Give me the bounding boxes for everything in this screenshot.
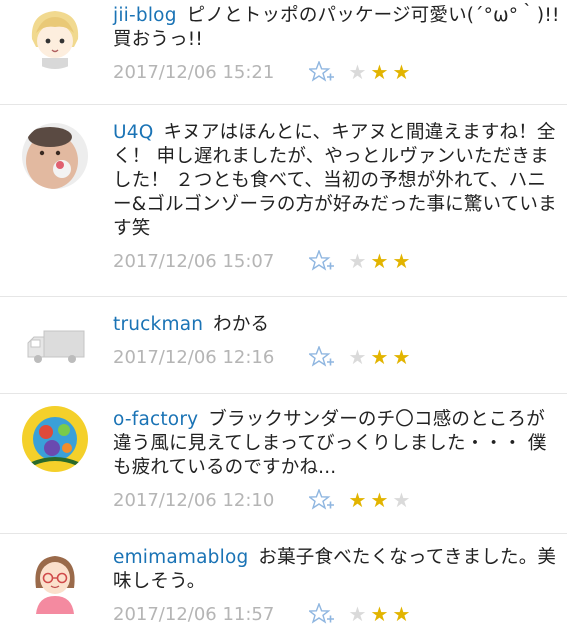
add-star-icon[interactable]: [309, 489, 335, 511]
star-filled-icon: ★: [370, 345, 389, 369]
star-filled-icon: ★: [370, 488, 389, 512]
star-filled-icon: ★: [392, 60, 411, 84]
comment-date: 2017/12/06 15:07: [113, 250, 275, 272]
comment-username[interactable]: truckman: [113, 314, 203, 335]
comment-date: 2017/12/06 11:57: [113, 603, 275, 625]
comment-text: U4Q キヌアはほんとに、キアヌと間違えますね！全く！ 申し遅れましたが、やっとル…: [113, 121, 561, 241]
comment-meta: 2017/12/06 15:07 ★ ★ ★: [113, 243, 561, 279]
comment-body: ピノとトッポのパッケージ可愛い(´°ω°｀)!!買おうっ!!: [113, 5, 560, 50]
comment-text: o-factory ブラックサンダーのチ〇コ感のところが違う風に見えてしまってびっ…: [113, 408, 561, 480]
comment-date: 2017/12/06 15:21: [113, 61, 275, 83]
comment-username[interactable]: o-factory: [113, 409, 198, 430]
star-empty-icon: ★: [348, 345, 367, 369]
star-filled-icon: ★: [348, 488, 367, 512]
comment-item: truckman わかる 2017/12/06 12:16 ★ ★ ★: [0, 297, 567, 394]
comment-username[interactable]: emimamablog: [113, 547, 248, 568]
comment-text: truckman わかる: [113, 313, 561, 337]
add-star-icon[interactable]: [309, 61, 335, 83]
add-star-icon[interactable]: [309, 603, 335, 625]
comment-item: jii-blog ピノとトッポのパッケージ可愛い(´°ω°｀)!!買おうっ!! 2…: [0, 0, 567, 105]
star-filled-icon: ★: [370, 249, 389, 273]
comment-text: jii-blog ピノとトッポのパッケージ可愛い(´°ω°｀)!!買おうっ!!: [113, 4, 561, 52]
comment-body: わかる: [213, 314, 270, 335]
add-star-icon[interactable]: [309, 346, 335, 368]
comment-item: o-factory ブラックサンダーのチ〇コ感のところが違う風に見えてしまってびっ…: [0, 394, 567, 534]
comment-username[interactable]: jii-blog: [113, 5, 177, 26]
comment-item: emimamablog お菓子食べたくなってきました。美味しそう。 2017/12…: [0, 534, 567, 640]
star-rating: ★ ★ ★: [347, 62, 412, 82]
comment-meta: 2017/12/06 11:57 ★ ★ ★: [113, 596, 561, 632]
comment-meta: 2017/12/06 15:21 ★ ★ ★: [113, 54, 561, 90]
comment-list: jii-blog ピノとトッポのパッケージ可愛い(´°ω°｀)!!買おうっ!! 2…: [0, 0, 567, 640]
star-filled-icon: ★: [370, 60, 389, 84]
baby-photo-avatar[interactable]: [22, 123, 88, 189]
comment-username[interactable]: U4Q: [113, 122, 153, 143]
star-empty-icon: ★: [348, 60, 367, 84]
star-filled-icon: ★: [392, 345, 411, 369]
star-rating: ★ ★ ★: [347, 490, 412, 510]
comment-text: emimamablog お菓子食べたくなってきました。美味しそう。: [113, 546, 561, 594]
colorful-illustration-avatar[interactable]: [22, 406, 88, 472]
star-empty-icon: ★: [348, 249, 367, 273]
star-empty-icon: ★: [392, 488, 411, 512]
star-rating: ★ ★ ★: [347, 604, 412, 624]
star-filled-icon: ★: [392, 249, 411, 273]
comment-meta: 2017/12/06 12:10 ★ ★ ★: [113, 482, 561, 518]
star-rating: ★ ★ ★: [347, 347, 412, 367]
comment-date: 2017/12/06 12:10: [113, 489, 275, 511]
comment-meta: 2017/12/06 12:16 ★ ★ ★: [113, 339, 561, 375]
star-rating: ★ ★ ★: [347, 251, 412, 271]
comment-date: 2017/12/06 12:16: [113, 346, 275, 368]
star-empty-icon: ★: [348, 602, 367, 626]
star-filled-icon: ★: [370, 602, 389, 626]
comment-item: U4Q キヌアはほんとに、キアヌと間違えますね！全く！ 申し遅れましたが、やっとル…: [0, 105, 567, 297]
anime-girl-avatar-icon[interactable]: [22, 3, 88, 69]
comment-body: キヌアはほんとに、キアヌと間違えますね！全く！ 申し遅れましたが、やっとルヴァン…: [113, 122, 557, 239]
truck-icon[interactable]: [22, 311, 88, 377]
add-star-icon[interactable]: [309, 250, 335, 272]
star-filled-icon: ★: [392, 602, 411, 626]
woman-glasses-avatar-icon[interactable]: [22, 548, 88, 614]
